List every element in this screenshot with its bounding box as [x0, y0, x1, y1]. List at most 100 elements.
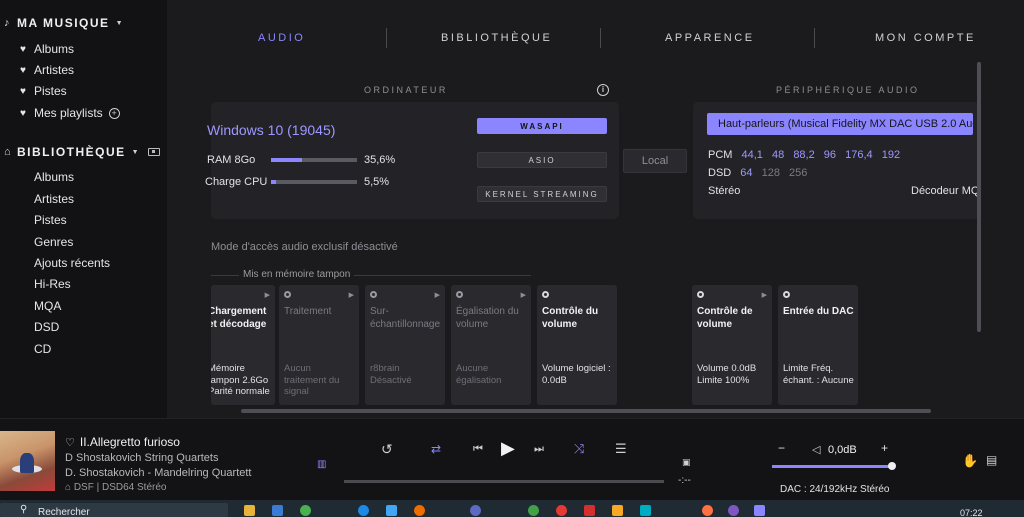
pipeline-card-volume-eq[interactable]: ▶ Égalisation du volume Aucune égalisati… — [451, 285, 531, 405]
wasapi-button[interactable]: WASAPI — [477, 118, 607, 134]
output-icon[interactable]: ▣ — [682, 457, 691, 468]
ram-bar — [271, 158, 357, 162]
track-title-row: ♡ II.Allegretto furioso — [65, 435, 180, 449]
tab-divider — [814, 28, 815, 48]
volume-slider[interactable] — [772, 465, 892, 468]
shuffle-icon[interactable]: ⤨ — [574, 441, 584, 457]
sidebar: ♪ MA MUSIQUE ▼ ♥ Albums ♥ Artistes ♥ Pistes… — [0, 0, 167, 418]
sidebar-item-genres[interactable]: Genres — [34, 235, 73, 249]
tab-divider — [386, 28, 387, 48]
app-icon[interactable] — [556, 505, 567, 516]
volume-value: 0,0dB — [828, 444, 857, 456]
sidebar-item-label: Albums — [34, 42, 75, 56]
progress-bar[interactable] — [344, 480, 664, 483]
player-bar: ♡ II.Allegretto furioso D Shostakovich S… — [0, 418, 1024, 500]
sidebar-item-tracks-fav[interactable]: ♥ Pistes — [20, 84, 67, 98]
computer-panel: Windows 10 (19045) RAM 8Go 35,6% Charge … — [205, 102, 619, 219]
speaker-icon[interactable]: ◁ — [812, 443, 820, 456]
device-select-button[interactable]: Haut-parleurs (Musical Fidelity MX DAC U… — [707, 113, 973, 135]
tab-library[interactable]: BIBLIOTHÈQUE — [441, 32, 552, 44]
sidebar-item-label: Pistes — [34, 84, 67, 98]
replay-icon[interactable]: ↺ — [381, 441, 393, 458]
app-icon[interactable] — [272, 505, 283, 516]
speaker-device-icon[interactable]: ▤ — [986, 453, 997, 467]
heart-icon: ♥ — [20, 64, 26, 76]
app-icon[interactable] — [300, 505, 311, 516]
tab-appearance[interactable]: APPARENCE — [665, 32, 755, 44]
qobuz-app-icon[interactable] — [754, 505, 765, 516]
volume-up-button[interactable]: + — [881, 441, 888, 455]
album-cover[interactable] — [0, 431, 55, 491]
next-icon[interactable]: ⏭ — [534, 443, 544, 456]
sidebar-item-artists[interactable]: Artistes — [34, 192, 74, 206]
cpu-value: 5,5% — [364, 176, 390, 188]
app-icon[interactable] — [728, 505, 739, 516]
repeat-icon[interactable]: ⇄ — [431, 442, 441, 456]
sidebar-item-cd[interactable]: CD — [34, 342, 51, 356]
sidebar-item-artists-fav[interactable]: ♥ Artistes — [20, 63, 74, 77]
add-playlist-icon[interactable]: + — [108, 107, 120, 119]
pipeline-card-upsampling[interactable]: ▶ Sur-échantillonnage r8brain Désactivé — [365, 285, 445, 405]
screen-icon[interactable] — [148, 148, 161, 156]
sidebar-item-playlists[interactable]: ♥ Mes playlists + — [20, 106, 120, 120]
app-icon[interactable] — [702, 505, 713, 516]
local-button[interactable]: Local — [623, 149, 687, 173]
volume-down-button[interactable]: − — [778, 441, 785, 455]
app-icon[interactable] — [358, 505, 369, 516]
volume-slider-handle[interactable] — [888, 462, 896, 470]
sidebar-item-hires[interactable]: Hi-Res — [34, 277, 71, 291]
pcm-label: PCM — [708, 149, 733, 161]
cpu-bar — [271, 180, 357, 184]
my-music-header[interactable]: ♪ MA MUSIQUE ▼ — [4, 16, 124, 30]
play-icon[interactable]: ▶ — [501, 438, 515, 459]
card-body: Aucun traitement du signal — [284, 363, 340, 397]
sidebar-item-recent[interactable]: Ajouts récents — [34, 256, 110, 270]
sidebar-item-albums[interactable]: Albums — [34, 170, 74, 184]
heart-outline-icon[interactable]: ♡ — [65, 436, 75, 449]
pipeline-card-dac-input[interactable]: Entrée du DAC Limite Fréq. échant. : Auc… — [778, 285, 858, 405]
sidebar-item-albums-fav[interactable]: ♥ Albums — [20, 42, 74, 56]
device-section-title: PÉRIPHÉRIQUE AUDIO — [776, 85, 920, 95]
sidebar-item-dsd[interactable]: DSD — [34, 320, 59, 334]
sidebar-item-tracks[interactable]: Pistes — [34, 213, 67, 227]
app-icon[interactable] — [584, 505, 595, 516]
card-body: Volume 0.0dB Limite 100% — [697, 363, 757, 386]
pipeline-card-processing[interactable]: ▶ Traitement Aucun traitement du signal — [279, 285, 359, 405]
artist-name[interactable]: D. Shostakovich - Mandelring Quartett — [65, 467, 251, 479]
app-icon[interactable] — [414, 505, 425, 516]
horizontal-scrollbar[interactable] — [241, 409, 931, 413]
kernel-streaming-button[interactable]: KERNEL STREAMING — [477, 186, 607, 202]
pcm-rate: 44,1 — [741, 149, 763, 161]
queue-icon[interactable]: ☰ — [615, 441, 627, 457]
info-icon[interactable]: i — [597, 84, 609, 96]
vertical-scrollbar[interactable] — [977, 62, 981, 332]
card-body: Limite Fréq. échant. : Aucune — [783, 363, 854, 386]
gear-icon — [456, 291, 463, 298]
taskbar-search-box[interactable] — [0, 503, 228, 517]
pipeline-card-device-volume[interactable]: ▶ Contrôle de volume Volume 0.0dB Limite… — [692, 285, 772, 405]
tab-audio[interactable]: AUDIO — [258, 32, 305, 44]
app-icon[interactable] — [528, 505, 539, 516]
app-icon[interactable] — [612, 505, 623, 516]
tab-account[interactable]: MON COMPTE — [875, 32, 976, 44]
asio-button[interactable]: ASIO — [477, 152, 607, 168]
app-icon[interactable] — [386, 505, 397, 516]
album-name[interactable]: D Shostakovich String Quartets — [65, 452, 218, 464]
hand-icon[interactable]: ✋ — [962, 453, 978, 469]
library-header[interactable]: ⌂ BIBLIOTHÈQUE ▼ — [4, 145, 161, 159]
file-explorer-icon[interactable] — [244, 505, 255, 516]
heart-icon: ♥ — [20, 107, 26, 119]
sidebar-item-mqa[interactable]: MQA — [34, 299, 61, 313]
track-title[interactable]: II.Allegretto furioso — [80, 435, 180, 449]
sidebar-item-label: Pistes — [34, 213, 67, 227]
pipeline-card-volume-control[interactable]: Contrôle du volume Volume logiciel : 0.0… — [537, 285, 617, 405]
sidebar-item-label: CD — [34, 342, 52, 356]
app-icon[interactable] — [640, 505, 651, 516]
previous-icon[interactable]: ⏮ — [473, 443, 483, 456]
dac-info: DAC : 24/192kHz Stéréo — [780, 484, 890, 495]
heart-icon: ♥ — [20, 43, 26, 55]
app-icon[interactable] — [470, 505, 481, 516]
card-body: Volume logiciel : 0.0dB — [542, 363, 611, 386]
pcm-rates: PCM 44,1 48 88,2 96 176,4 192 — [708, 149, 906, 161]
pipeline-card-loading[interactable]: ▶ Chargement et décodage Mémoire tampon … — [211, 285, 275, 405]
